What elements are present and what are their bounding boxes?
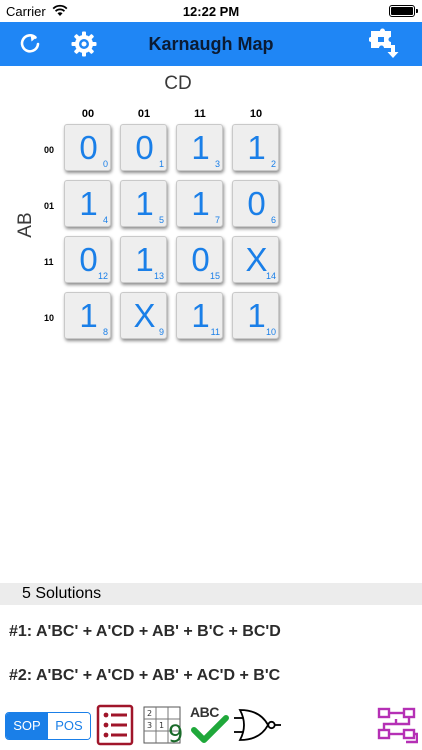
export-button[interactable] xyxy=(368,28,404,60)
map-cell[interactable]: 1 5 xyxy=(120,180,167,227)
column-label: 01 xyxy=(137,108,151,120)
column-label: 10 xyxy=(249,108,263,120)
row-variable-label: AB xyxy=(15,212,36,238)
status-bar: Carrier 12:22 PM xyxy=(0,0,422,22)
map-cell[interactable]: 1 7 xyxy=(176,180,223,227)
battery-icon xyxy=(389,5,418,17)
cell-index: 14 xyxy=(265,271,276,281)
sudoku-button[interactable]: 2 3 1 9 xyxy=(142,704,186,748)
pos-segment[interactable]: POS xyxy=(48,713,90,739)
cell-index: 7 xyxy=(214,215,220,225)
column-label: 11 xyxy=(194,108,206,120)
status-time: 12:22 PM xyxy=(182,4,240,19)
map-cell[interactable]: X 9 xyxy=(120,292,167,339)
row-label: 11 xyxy=(44,257,54,267)
svg-text:3: 3 xyxy=(147,721,152,730)
map-cell[interactable]: 0 0 xyxy=(64,124,111,171)
cell-index: 1 xyxy=(158,159,164,169)
solution-number: #1: xyxy=(9,623,33,640)
cell-index: 6 xyxy=(270,215,276,225)
column-label: 00 xyxy=(81,108,95,120)
cell-index: 4 xyxy=(102,215,108,225)
row-label: 10 xyxy=(44,313,55,323)
page-title: Karnaugh Map xyxy=(148,34,274,54)
map-cell[interactable]: 1 13 xyxy=(120,236,167,283)
cell-index: 11 xyxy=(210,327,220,337)
row-label: 01 xyxy=(44,201,55,211)
solutions-count: 5 Solutions xyxy=(22,585,102,602)
map-cell[interactable]: 0 12 xyxy=(64,236,111,283)
solution-number: #2: xyxy=(9,667,33,684)
logic-gate-icon xyxy=(234,709,281,741)
map-cell[interactable]: 1 3 xyxy=(176,124,223,171)
map-cell[interactable]: 0 6 xyxy=(232,180,279,227)
solution-item[interactable]: #1: A'BC' + A'CD + AB' + B'C + BC'D xyxy=(9,623,281,641)
row-label: 00 xyxy=(44,145,55,155)
cell-index: 2 xyxy=(270,159,276,169)
svg-text:1: 1 xyxy=(159,721,164,730)
sudoku-digit: 9 xyxy=(168,720,184,748)
map-cell[interactable]: 0 15 xyxy=(176,236,223,283)
cell-index: 0 xyxy=(102,159,108,169)
solution-expression: A'BC' + A'CD + AB' + B'C + BC'D xyxy=(35,623,281,640)
cell-index: 5 xyxy=(158,215,164,225)
svg-text:2: 2 xyxy=(147,709,152,718)
map-cell[interactable]: X 14 xyxy=(232,236,279,283)
cell-index: 3 xyxy=(214,159,220,169)
map-cell[interactable]: 1 4 xyxy=(64,180,111,227)
column-variable-label: CD xyxy=(164,73,192,94)
cell-index: 13 xyxy=(153,271,164,281)
nav-bar: Karnaugh Map xyxy=(0,22,422,66)
checkmark-icon xyxy=(191,715,229,743)
spellcheck-button[interactable]: ABC xyxy=(188,704,232,746)
map-cell[interactable]: 1 8 xyxy=(64,292,111,339)
sop-segment[interactable]: SOP xyxy=(6,713,48,739)
map-cell[interactable]: 1 10 xyxy=(232,292,279,339)
cell-index: 9 xyxy=(158,327,164,337)
puzzle-export-icon xyxy=(369,28,399,58)
cell-index: 8 xyxy=(102,327,108,337)
circuit-button[interactable] xyxy=(376,704,419,746)
cell-index: 10 xyxy=(265,327,276,337)
circuit-diagram-icon xyxy=(377,707,419,744)
map-cell[interactable]: 0 1 xyxy=(120,124,167,171)
sop-pos-toggle[interactable]: SOP POS xyxy=(5,712,91,740)
map-cell[interactable]: 1 2 xyxy=(232,124,279,171)
cell-index: 12 xyxy=(97,271,108,281)
logic-gate-button[interactable] xyxy=(234,704,282,746)
map-cell[interactable]: 1 11 xyxy=(176,292,223,339)
solution-item[interactable]: #2: A'BC' + A'CD + AB' + AC'D + B'C xyxy=(9,667,280,685)
list-button[interactable] xyxy=(96,704,136,746)
cell-index: 15 xyxy=(209,271,220,281)
solution-expression: A'BC' + A'CD + AB' + AC'D + B'C xyxy=(35,667,281,684)
solutions-header: 5 Solutions xyxy=(0,583,422,605)
list-icon xyxy=(96,704,134,746)
